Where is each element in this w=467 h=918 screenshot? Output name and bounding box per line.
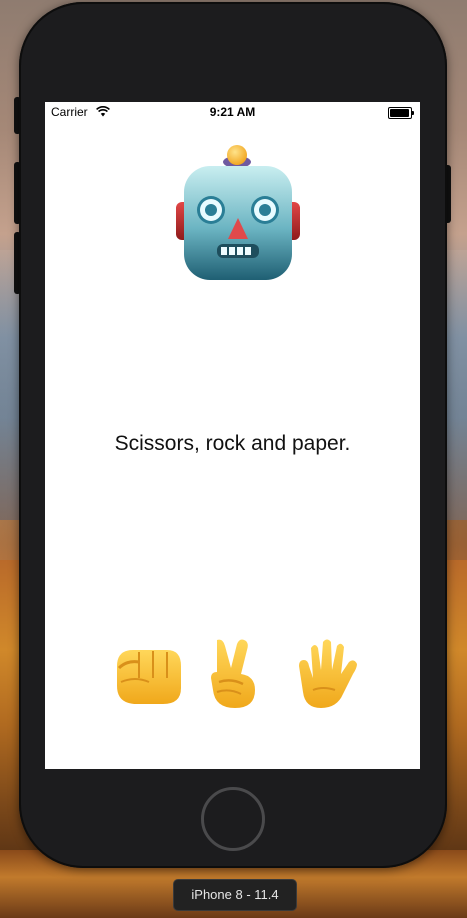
fist-icon (117, 650, 181, 704)
status-bar: Carrier 9:21 AM (45, 102, 420, 122)
battery-icon (388, 107, 414, 119)
choice-buttons (45, 638, 420, 718)
scissors-button[interactable] (203, 638, 283, 710)
battery-fill (390, 109, 409, 117)
rock-button[interactable] (109, 638, 189, 710)
device-screen: Carrier 9:21 AM Scissors, rock and paper… (45, 102, 420, 769)
status-time: 9:21 AM (209, 105, 256, 119)
game-message: Scissors, rock and paper. (114, 432, 351, 455)
simulator-device-label: iPhone 8 - 11.4 (173, 879, 297, 911)
paper-button[interactable] (291, 638, 371, 710)
victory-hand-icon (211, 639, 255, 708)
home-button[interactable] (201, 787, 265, 851)
raised-hand-icon (299, 639, 357, 708)
robot-face-icon (175, 144, 301, 284)
